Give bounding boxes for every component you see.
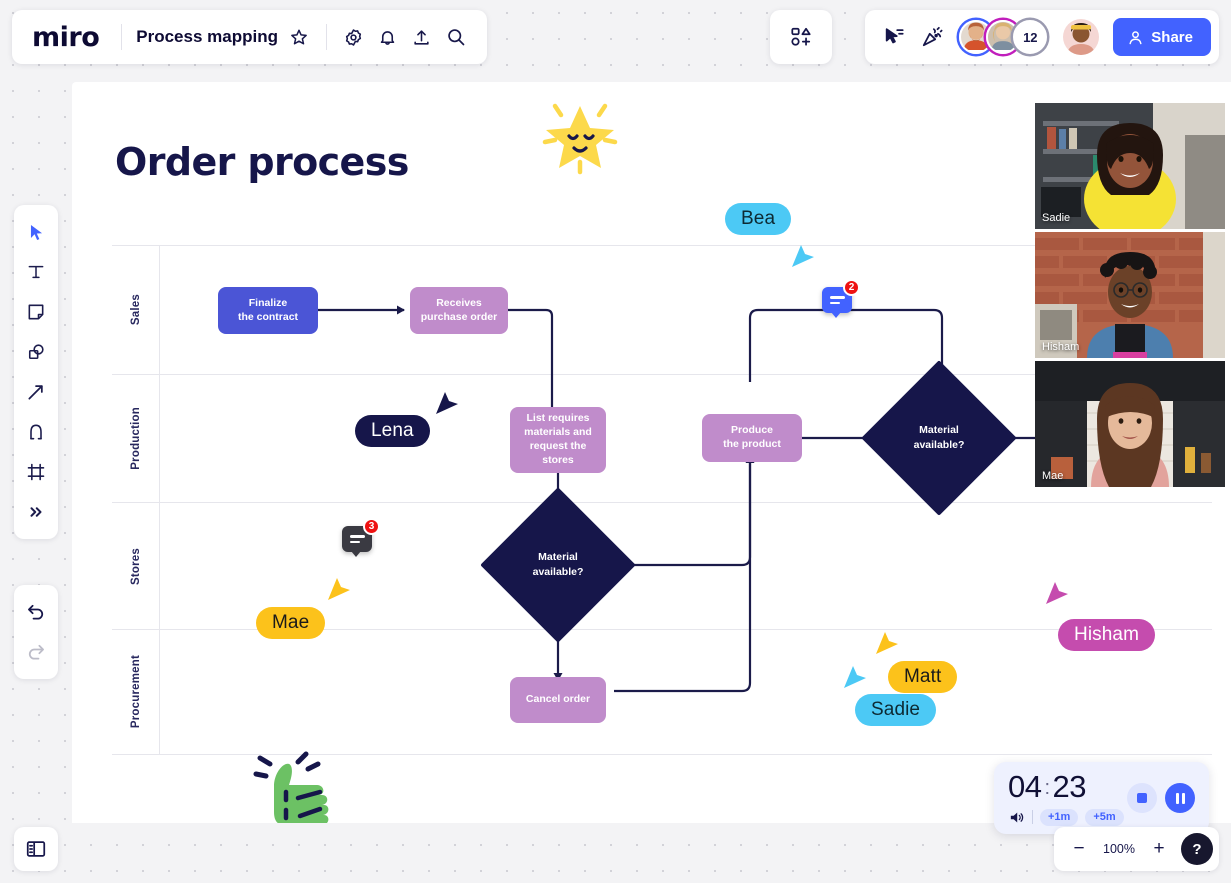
video-tile-sadie[interactable]: Sadie bbox=[1035, 103, 1225, 229]
zoom-out-button[interactable]: − bbox=[1064, 834, 1094, 864]
video-tile-mae[interactable]: Mae bbox=[1035, 361, 1225, 487]
zoom-level[interactable]: 100% bbox=[1096, 842, 1142, 856]
flow-node-cancel-order[interactable]: Cancel order bbox=[510, 677, 606, 723]
cursor-share-icon[interactable] bbox=[877, 20, 911, 54]
thumbs-up-sticker[interactable] bbox=[244, 742, 344, 823]
comment-badge-dark[interactable]: 3 bbox=[342, 518, 380, 557]
cursor-pointer-sadie bbox=[840, 662, 870, 697]
video-tile-hisham[interactable]: Hisham bbox=[1035, 232, 1225, 358]
undo-button[interactable] bbox=[18, 593, 54, 631]
node-line: List requires bbox=[526, 412, 590, 425]
search-icon[interactable] bbox=[439, 20, 473, 54]
text-tool[interactable] bbox=[18, 253, 54, 291]
swimlane-label-sales: Sales bbox=[112, 246, 160, 374]
timer-stop-button[interactable] bbox=[1127, 783, 1157, 813]
cursor-pointer-bea bbox=[788, 241, 818, 276]
cursor-label-lena: Lena bbox=[355, 415, 430, 447]
party-popper-icon[interactable] bbox=[915, 20, 949, 54]
page-title: Order process bbox=[115, 140, 409, 184]
cursor-label-sadie: Sadie bbox=[855, 694, 937, 726]
open-panel-icon[interactable] bbox=[14, 827, 58, 871]
redo-button bbox=[18, 633, 54, 671]
node-line: Finalize bbox=[248, 296, 288, 309]
timer-display: 04:23 bbox=[1008, 771, 1127, 802]
node-line: materials and bbox=[524, 426, 592, 439]
swimlane-label-stores: Stores bbox=[112, 503, 160, 629]
video-tile-name: Hisham bbox=[1042, 341, 1080, 353]
apps-grid-icon[interactable] bbox=[784, 20, 818, 54]
node-line: the product bbox=[723, 438, 781, 450]
left-toolbar bbox=[14, 205, 58, 539]
volume-icon[interactable] bbox=[1008, 809, 1025, 826]
cursor-pointer-mae bbox=[324, 574, 354, 609]
video-tile-name: Mae bbox=[1042, 470, 1064, 482]
sticky-note-tool[interactable] bbox=[18, 293, 54, 331]
frame-tool[interactable] bbox=[18, 453, 54, 491]
node-line: the contract bbox=[237, 310, 299, 323]
timer-separator: : bbox=[1044, 776, 1050, 799]
cursor-pointer-hisham bbox=[1042, 578, 1072, 613]
pen-tool[interactable] bbox=[18, 413, 54, 451]
comment-count: 3 bbox=[363, 518, 380, 535]
shapes-tool[interactable] bbox=[18, 333, 54, 371]
timer-widget[interactable]: 04:23 +1m +5m bbox=[994, 762, 1209, 834]
comment-badge-blue[interactable]: 2 bbox=[822, 279, 860, 318]
zoom-in-button[interactable]: + bbox=[1144, 834, 1174, 864]
node-line: Receives bbox=[436, 296, 482, 309]
timer-seconds: 23 bbox=[1052, 768, 1087, 804]
divider bbox=[325, 24, 327, 50]
apps-panel[interactable] bbox=[770, 10, 832, 64]
comment-count: 2 bbox=[843, 279, 860, 296]
avatar-self[interactable] bbox=[1063, 19, 1100, 55]
board-canvas[interactable]: Order process Sales Production Stores Pr… bbox=[72, 82, 1231, 823]
node-line: Produce bbox=[730, 424, 773, 437]
timer-pause-button[interactable] bbox=[1165, 783, 1195, 813]
flow-node-receives-purchase-order[interactable]: Receives purchase order bbox=[410, 287, 508, 334]
flow-node-list-requires-materials[interactable]: List requires materials and request the … bbox=[510, 407, 606, 473]
swimlane-label-procurement: Procurement bbox=[112, 630, 160, 754]
history-toolbar bbox=[14, 585, 58, 679]
node-line: Cancel order bbox=[525, 693, 591, 706]
swimlane-label-production: Production bbox=[112, 375, 160, 502]
timer-minutes: 04 bbox=[1008, 768, 1042, 804]
upload-icon[interactable] bbox=[405, 20, 439, 54]
collaborator-avatars[interactable]: 12 bbox=[959, 20, 1048, 54]
select-tool[interactable] bbox=[18, 213, 54, 251]
gear-icon[interactable] bbox=[337, 20, 371, 54]
miro-logo[interactable]: miro bbox=[26, 22, 111, 53]
add-five-minutes-button[interactable]: +5m bbox=[1085, 808, 1124, 826]
more-tools[interactable] bbox=[18, 493, 54, 531]
node-line: request the stores bbox=[529, 440, 587, 466]
share-button[interactable]: Share bbox=[1113, 18, 1211, 56]
zoom-controls: − 100% + ? bbox=[1054, 827, 1219, 871]
cursor-label-matt: Matt bbox=[888, 661, 958, 693]
flow-node-finalize-contract[interactable]: Finalize the contract bbox=[218, 287, 318, 334]
miro-board-app: Order process Sales Production Stores Pr… bbox=[0, 0, 1231, 883]
topbar-right: 12 Share bbox=[865, 10, 1219, 64]
help-button[interactable]: ? bbox=[1181, 833, 1213, 865]
bell-icon[interactable] bbox=[371, 20, 405, 54]
cursor-label-mae: Mae bbox=[256, 607, 326, 639]
star-icon[interactable] bbox=[282, 20, 316, 54]
cursor-pointer-lena bbox=[432, 388, 462, 423]
star-sticker[interactable] bbox=[537, 92, 623, 183]
connection-line-tool[interactable] bbox=[18, 373, 54, 411]
board-title[interactable]: Process mapping bbox=[132, 27, 282, 47]
cursor-label-hisham: Hisham bbox=[1058, 619, 1156, 651]
cursor-label-bea: Bea bbox=[725, 203, 792, 235]
add-one-minute-button[interactable]: +1m bbox=[1040, 808, 1079, 826]
cursor-pointer-matt bbox=[872, 628, 902, 663]
collaborator-overflow-count[interactable]: 12 bbox=[1013, 20, 1048, 54]
video-call-panel: Sadie Hisham Mae bbox=[1035, 103, 1225, 487]
node-line: purchase order bbox=[420, 310, 498, 323]
share-label: Share bbox=[1151, 28, 1193, 46]
swimlane-row-procurement[interactable]: Procurement bbox=[112, 630, 1212, 755]
video-tile-name: Sadie bbox=[1042, 212, 1071, 224]
divider bbox=[121, 24, 123, 50]
topbar-left: miro Process mapping bbox=[12, 10, 487, 64]
flow-node-produce-the-product[interactable]: Produce the product bbox=[702, 414, 802, 462]
divider bbox=[1032, 810, 1033, 824]
